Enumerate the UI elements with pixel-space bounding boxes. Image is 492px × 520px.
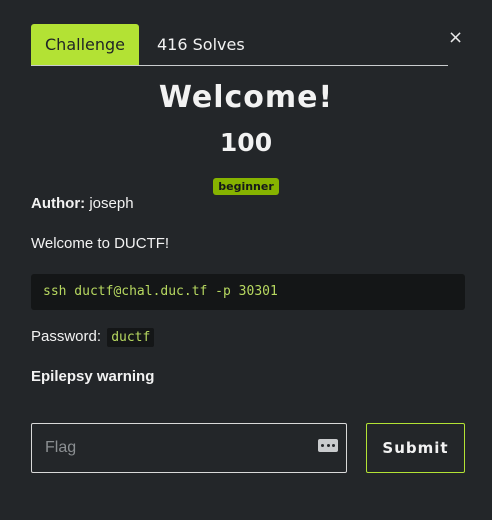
difficulty-badge: beginner — [213, 178, 279, 195]
challenge-points: 100 — [219, 128, 273, 157]
flag-input[interactable] — [31, 423, 347, 473]
tag-container: beginner — [0, 175, 492, 195]
password-line: Password: ductf — [31, 328, 155, 347]
tab-challenge[interactable]: Challenge — [31, 24, 139, 65]
close-icon[interactable]: × — [448, 29, 463, 47]
challenge-description: Welcome to DUCTF! — [31, 235, 170, 252]
epilepsy-warning: Epilepsy warning — [31, 368, 155, 385]
submit-button[interactable]: Submit — [366, 423, 465, 473]
ssh-command: ssh ductf@chal.duc.tf -p 30301 — [43, 284, 278, 299]
challenge-title: Welcome! — [158, 80, 334, 115]
author-label: Author: — [31, 195, 86, 212]
author-name: joseph — [89, 195, 134, 212]
ssh-command-block: ssh ductf@chal.duc.tf -p 30301 — [31, 274, 465, 310]
password-label: Password: — [31, 328, 102, 345]
tab-solves[interactable]: 416 Solves — [157, 24, 245, 65]
password-value: ductf — [107, 328, 155, 347]
author-line: Author: joseph — [31, 195, 134, 212]
challenge-tabs: Challenge 416 Solves — [31, 24, 448, 66]
password-manager-icon[interactable] — [318, 439, 338, 452]
